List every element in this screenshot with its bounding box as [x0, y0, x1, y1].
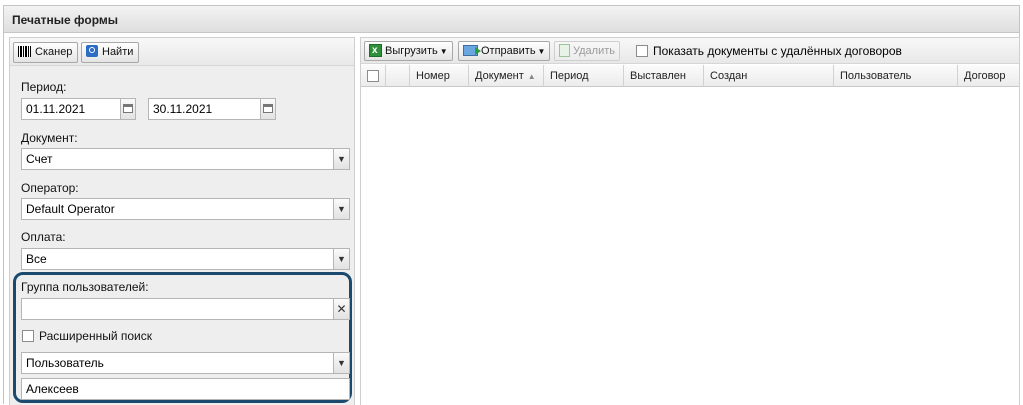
documents-panel: Выгрузить▼ Отправить▼ Удалить Показать д…: [360, 37, 1020, 405]
extended-search-label: Расширенный поиск: [39, 329, 152, 343]
document-dropdown-button[interactable]: ▼: [333, 148, 350, 170]
scanner-button[interactable]: Сканер: [13, 42, 79, 63]
close-icon: ✕: [336, 302, 347, 316]
column-created[interactable]: Создан: [704, 65, 834, 87]
column-contract[interactable]: Договор: [958, 65, 1020, 87]
find-label: Найти: [102, 46, 134, 58]
excel-icon: [369, 42, 382, 60]
chevron-down-icon: ▼: [337, 358, 346, 368]
column-issued[interactable]: Выставлен: [624, 65, 704, 87]
user-group-label: Группа пользователей:: [21, 280, 149, 294]
payment-label: Оплата:: [21, 230, 66, 244]
send-icon: [463, 44, 481, 56]
filter-panel: Сканер Найти Период: 01.11.2021 30.11.20…: [9, 37, 355, 405]
chevron-down-icon: ▼: [439, 47, 448, 56]
column-user[interactable]: Пользователь: [834, 65, 958, 87]
user-group-input[interactable]: [21, 298, 334, 320]
search-text-input[interactable]: Алексеев: [21, 378, 350, 400]
select-all-checkbox[interactable]: [367, 70, 379, 82]
column-document[interactable]: Документ ▲: [469, 65, 544, 87]
send-button[interactable]: Отправить ▼: [458, 41, 551, 61]
delete-label: Удалить: [573, 45, 615, 57]
chevron-down-icon: ▼: [337, 154, 346, 164]
payment-select[interactable]: Все: [21, 248, 334, 270]
send-label: Отправить: [481, 45, 536, 57]
show-deleted-label: Показать документы с удалённых договоров: [653, 44, 902, 58]
period-label: Период:: [21, 80, 67, 94]
show-deleted-checkbox[interactable]: [636, 45, 648, 57]
documents-toolbar: Выгрузить▼ Отправить▼ Удалить Показать д…: [361, 38, 1019, 64]
period-to-calendar-button[interactable]: [261, 98, 276, 120]
calendar-icon: [263, 104, 273, 113]
operator-select[interactable]: Default Operator: [21, 198, 334, 220]
chevron-down-icon: ▼: [337, 204, 346, 214]
grid-header: Номер Документ ▲ Период Выставлен Создан …: [361, 65, 1019, 87]
export-button[interactable]: Выгрузить▼: [364, 41, 453, 61]
search-field-dropdown-button[interactable]: ▼: [333, 352, 350, 374]
print-forms-window: Печатные формы Сканер Найти Период: 01.1…: [3, 5, 1020, 405]
export-label: Выгрузить: [385, 45, 438, 57]
chevron-down-icon: ▼: [337, 254, 346, 264]
document-select[interactable]: Счет: [21, 148, 334, 170]
column-period[interactable]: Период: [544, 65, 624, 87]
window-header: Печатные формы: [4, 6, 1019, 33]
barcode-icon: [18, 45, 31, 57]
operator-dropdown-button[interactable]: ▼: [333, 198, 350, 220]
delete-button[interactable]: Удалить: [554, 41, 620, 61]
period-from-calendar-button[interactable]: [121, 98, 136, 120]
filter-toolbar: Сканер Найти: [10, 38, 354, 66]
sort-asc-icon: ▲: [527, 72, 536, 81]
column-number[interactable]: Номер: [410, 65, 469, 87]
search-icon: [86, 45, 98, 58]
find-button[interactable]: Найти: [81, 42, 140, 63]
payment-dropdown-button[interactable]: ▼: [333, 248, 350, 270]
grid-body: [361, 88, 1019, 405]
search-field-select[interactable]: Пользователь: [21, 352, 334, 374]
select-all-column: [361, 65, 386, 87]
scanner-label: Сканер: [35, 46, 73, 58]
delete-icon: [559, 43, 570, 57]
calendar-icon: [123, 104, 133, 113]
period-from-input[interactable]: 01.11.2021: [21, 98, 121, 120]
operator-label: Оператор:: [21, 181, 79, 195]
document-label: Документ:: [21, 131, 78, 145]
user-group-clear-button[interactable]: ✕: [333, 298, 350, 320]
column-spacer: [386, 65, 410, 87]
period-to-input[interactable]: 30.11.2021: [148, 98, 261, 120]
chevron-down-icon: ▼: [537, 47, 546, 56]
column-document-label: Документ: [475, 70, 524, 82]
window-title: Печатные формы: [12, 13, 118, 27]
extended-search-checkbox[interactable]: [22, 330, 34, 342]
